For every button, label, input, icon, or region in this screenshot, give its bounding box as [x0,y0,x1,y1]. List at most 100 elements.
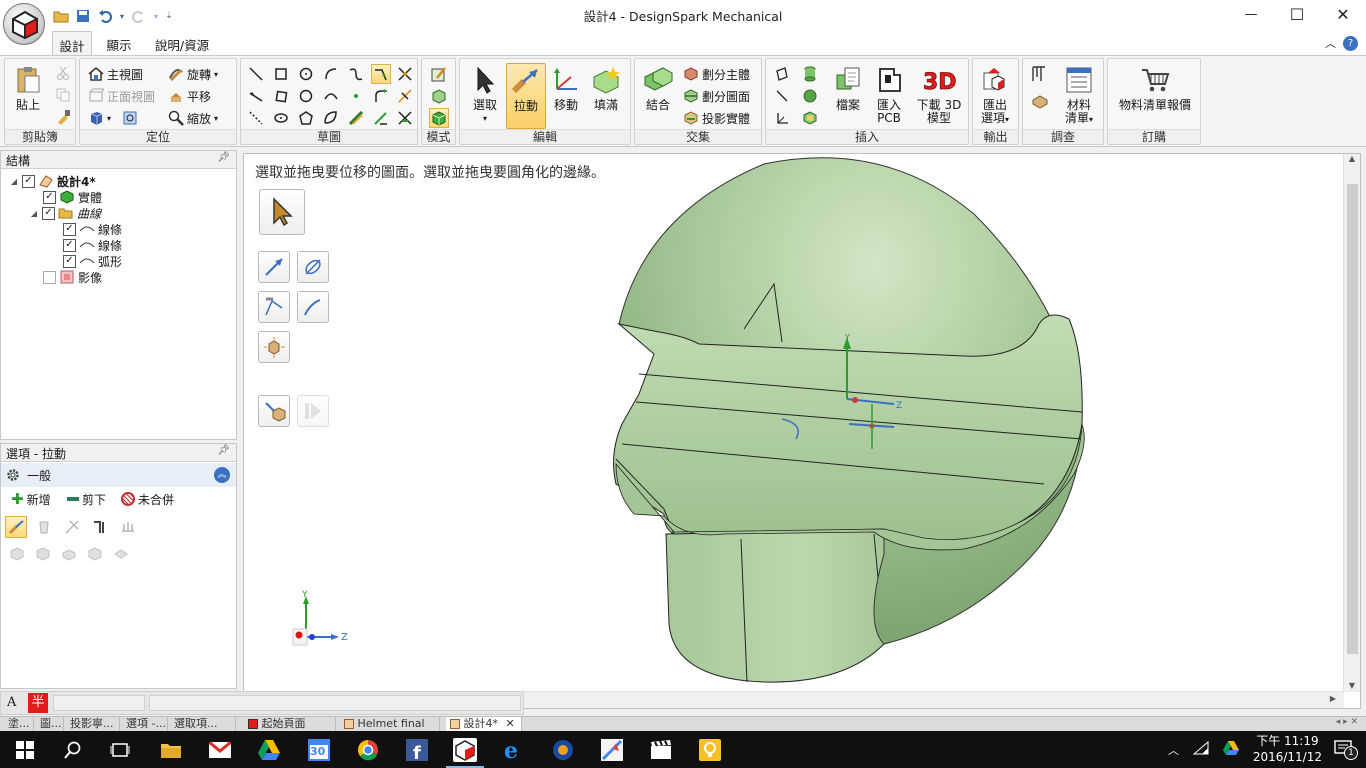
media-player-icon[interactable] [550,737,576,763]
plane-icon[interactable] [772,64,792,84]
axis-icon[interactable] [772,86,792,106]
fillet-option-icon[interactable] [7,544,27,564]
pull-button[interactable]: 拉動 [506,63,546,129]
tray-clock[interactable]: 下午 11:19 2016/11/12 [1253,733,1322,765]
start-page-tab[interactable]: 起始頁面 [244,717,336,732]
chamfer-option-icon[interactable] [33,544,53,564]
task-view-icon[interactable] [107,737,133,763]
paste-button[interactable]: 貼上 [8,63,48,129]
split-line-icon[interactable] [395,86,415,106]
gmail-icon[interactable] [207,737,233,763]
bom-quote-button[interactable]: 物料清單報價 [1112,63,1198,129]
network-icon[interactable] [1192,740,1209,758]
bom-button[interactable]: 材料 清單▾ [1059,63,1099,129]
collapse-ribbon-icon[interactable]: ︿ [1325,35,1336,51]
section-mode-icon[interactable] [429,86,449,106]
tree-item-curves[interactable]: ◢ ✓ 曲線 [29,205,101,221]
format-painter-icon[interactable] [53,107,73,127]
select-button[interactable]: 選取 ▾ [465,63,505,129]
no-merge-option[interactable]: 未合併 [121,490,174,508]
copy-edge-icon[interactable] [85,544,105,564]
cut-option[interactable]: 剪下 [67,490,106,508]
line-tool-icon[interactable] [246,64,266,84]
facebook-icon[interactable]: f [404,737,430,763]
search-icon[interactable] [60,737,86,763]
circle-tool-icon[interactable] [296,64,316,84]
mass-properties-icon[interactable] [1030,91,1050,111]
vertical-scroll-thumb[interactable] [1347,184,1358,654]
designspark-taskbar-icon[interactable] [446,737,484,768]
tree-checkbox[interactable]: ✓ [43,190,56,204]
split-body-button[interactable]: 劃分主體 [683,65,750,83]
clapperboard-icon[interactable] [648,737,674,763]
trim-tool-icon[interactable] [371,64,391,84]
three-point-circle-icon[interactable] [296,86,316,106]
construction-line-icon[interactable] [246,108,266,128]
panel-tab[interactable]: 圖... [36,717,64,732]
action-center-icon[interactable]: 1 [1334,740,1358,760]
spin-button[interactable]: 旋轉 ▾ [168,65,218,83]
pan-button[interactable]: 平移 [168,87,211,105]
extrude-edge-icon[interactable] [59,544,79,564]
tree-item-line-2[interactable]: ✓ 線條 [63,237,122,253]
tree-checkbox[interactable]: ✓ [63,238,76,252]
cylinder-icon[interactable] [800,64,820,84]
maximize-button[interactable]: ☐ [1274,0,1320,29]
shell-icon[interactable] [800,108,820,128]
split-face-button[interactable]: 劃分圖面 [683,87,750,105]
view-cube-button[interactable]: ▾ [88,109,138,127]
tree-checkbox[interactable]: ✓ [63,254,76,268]
tab-scroll-icons[interactable]: ◂ ▸ ✕ [1336,717,1358,727]
chrome-icon[interactable] [355,737,381,763]
origin-icon[interactable] [772,108,792,128]
close-button[interactable]: ✕ [1320,0,1366,29]
import-pcb-button[interactable]: 匯入 PCB [869,63,909,129]
close-tab-icon[interactable]: ✕ [506,717,515,730]
tangent-line-icon[interactable] [246,86,266,106]
spline-tool-icon[interactable] [346,64,366,84]
google-drive-sync-icon[interactable] [1223,741,1239,758]
edge-browser-icon[interactable]: e [501,737,527,763]
plan-view-button[interactable]: 正面視圖 [88,87,155,105]
cut-curve-icon[interactable] [395,64,415,84]
design4-tab[interactable]: 設計4* ✕ [446,717,522,732]
google-drive-icon[interactable] [256,737,282,763]
lightbulb-app-icon[interactable] [697,737,723,763]
helmet-final-tab[interactable]: Helmet final [340,717,440,732]
home-view-button[interactable]: 主視圖 [88,65,143,83]
expand-icon[interactable]: ◢ [29,209,39,218]
input-mode-a[interactable]: A [7,695,16,710]
sweep-arc-icon[interactable] [321,108,341,128]
expand-icon[interactable]: ◢ [9,177,19,186]
three-point-arc-icon[interactable] [321,86,341,106]
zoom-button[interactable]: 縮放 ▾ [168,109,218,127]
fill-button[interactable]: 填滿 [586,63,626,129]
move-button[interactable]: 移動 [546,63,586,129]
panel-tab[interactable]: 塗... [4,717,34,732]
ellipse-tool-icon[interactable] [271,108,291,128]
scroll-down-icon[interactable]: ▼ [1344,681,1360,690]
panel-tab[interactable]: 投影寧... [66,717,120,732]
options-section-header[interactable]: 一般 ︽ [1,463,236,487]
tree-checkbox[interactable] [43,270,56,284]
pull-direction-icon[interactable] [5,516,27,538]
maps-app-icon[interactable] [599,737,625,763]
calendar-icon[interactable]: 30 [306,737,332,763]
collapse-section-icon[interactable]: ︽ [214,467,230,483]
measure-icon[interactable] [1030,64,1050,84]
tree-root[interactable]: ◢ ✓ 設計4* [9,173,96,189]
tab-help-resources[interactable]: 說明/資源 [150,31,214,55]
tree-item-line-1[interactable]: ✓ 線條 [63,221,122,237]
project-curve-icon[interactable] [371,108,391,128]
tree-item-images[interactable]: 影像 [43,269,102,285]
pin-icon[interactable]: 📌︎ [217,445,230,456]
helmet-model[interactable]: Y Z [244,154,1344,694]
3d-mode-icon[interactable] [429,108,449,128]
sketch-mode-icon[interactable] [429,64,449,84]
project-body-button[interactable]: 投影實體 [683,109,750,127]
pin-icon[interactable]: 📌︎ [217,152,230,163]
bend-tool-icon[interactable] [395,108,415,128]
input-mode-half[interactable]: 半 [28,693,48,713]
add-option[interactable]: ✚ 新增 [11,490,51,508]
tree-item-arc[interactable]: ✓ 弧形 [63,253,122,269]
